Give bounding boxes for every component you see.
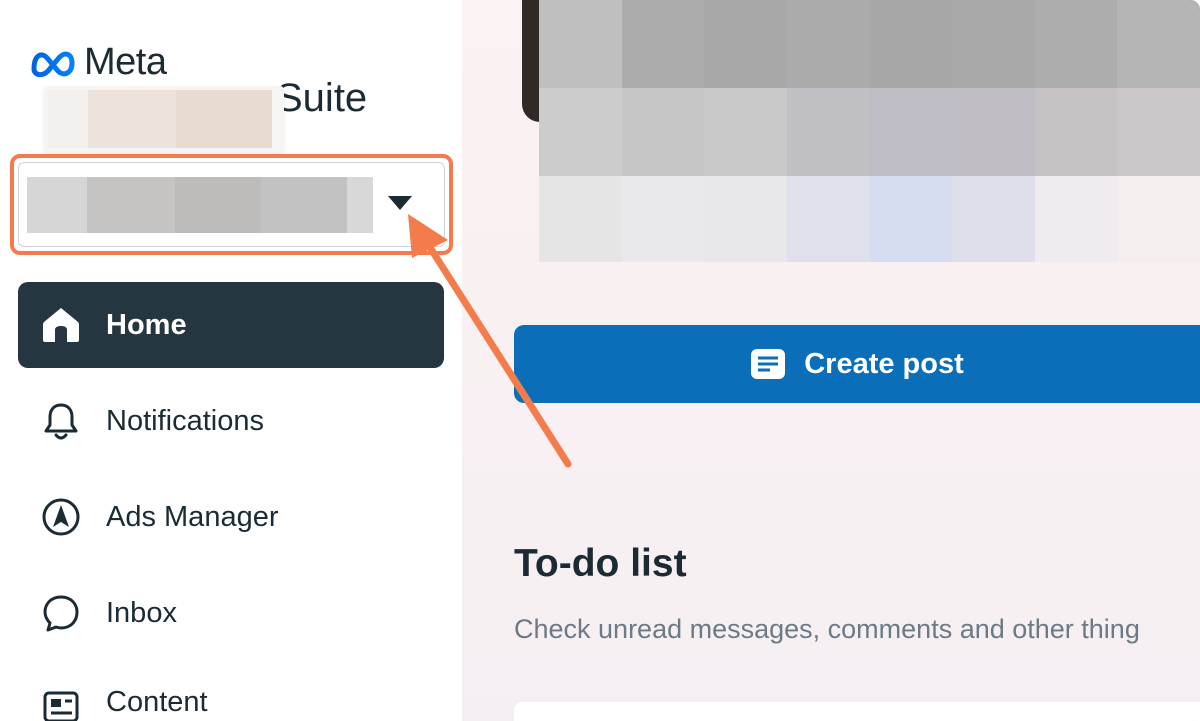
sidebar-item-label: Notifications [106,404,264,437]
home-icon [40,304,82,346]
main-content: Create post To-do list Check unread mess… [462,0,1200,721]
sidebar-nav: Home Notifications Ads Manager Inbox Con… [18,282,444,721]
meta-logo[interactable]: Meta [28,40,167,84]
sidebar-item-ads-manager[interactable]: Ads Manager [18,474,444,560]
create-post-button[interactable]: Create post [514,325,1200,403]
business-account-selector[interactable] [18,162,445,247]
app-window: Meta Suite Home Notifications Ads Manage… [0,0,1200,721]
create-post-label: Create post [804,347,964,380]
brand-suffix: Suite [276,76,368,120]
bell-icon [40,400,82,442]
chat-bubble-icon [40,592,82,634]
sidebar-item-label: Home [106,308,187,341]
selected-account-redacted [27,176,373,233]
brand-name: Meta [84,40,167,83]
sidebar-item-label: Content [106,686,208,718]
meta-infinity-icon [31,51,75,77]
content-icon [40,686,82,721]
todo-list-description: Check unread messages, comments and othe… [514,614,1140,644]
sidebar-item-inbox[interactable]: Inbox [18,570,444,656]
todo-list-heading: To-do list [514,542,687,585]
sidebar-item-home[interactable]: Home [18,282,444,368]
todo-card [514,702,1200,721]
sidebar: Meta Suite Home Notifications Ads Manage… [0,0,462,721]
sidebar-item-label: Inbox [106,596,177,629]
account-name-redacted [44,86,284,152]
sidebar-item-content[interactable]: Content [18,666,444,721]
compass-icon [40,496,82,538]
sidebar-item-notifications[interactable]: Notifications [18,378,444,464]
profile-preview-redacted [539,0,1200,262]
sidebar-item-label: Ads Manager [106,500,279,533]
caret-down-icon[interactable] [388,196,412,210]
post-icon [751,349,786,379]
